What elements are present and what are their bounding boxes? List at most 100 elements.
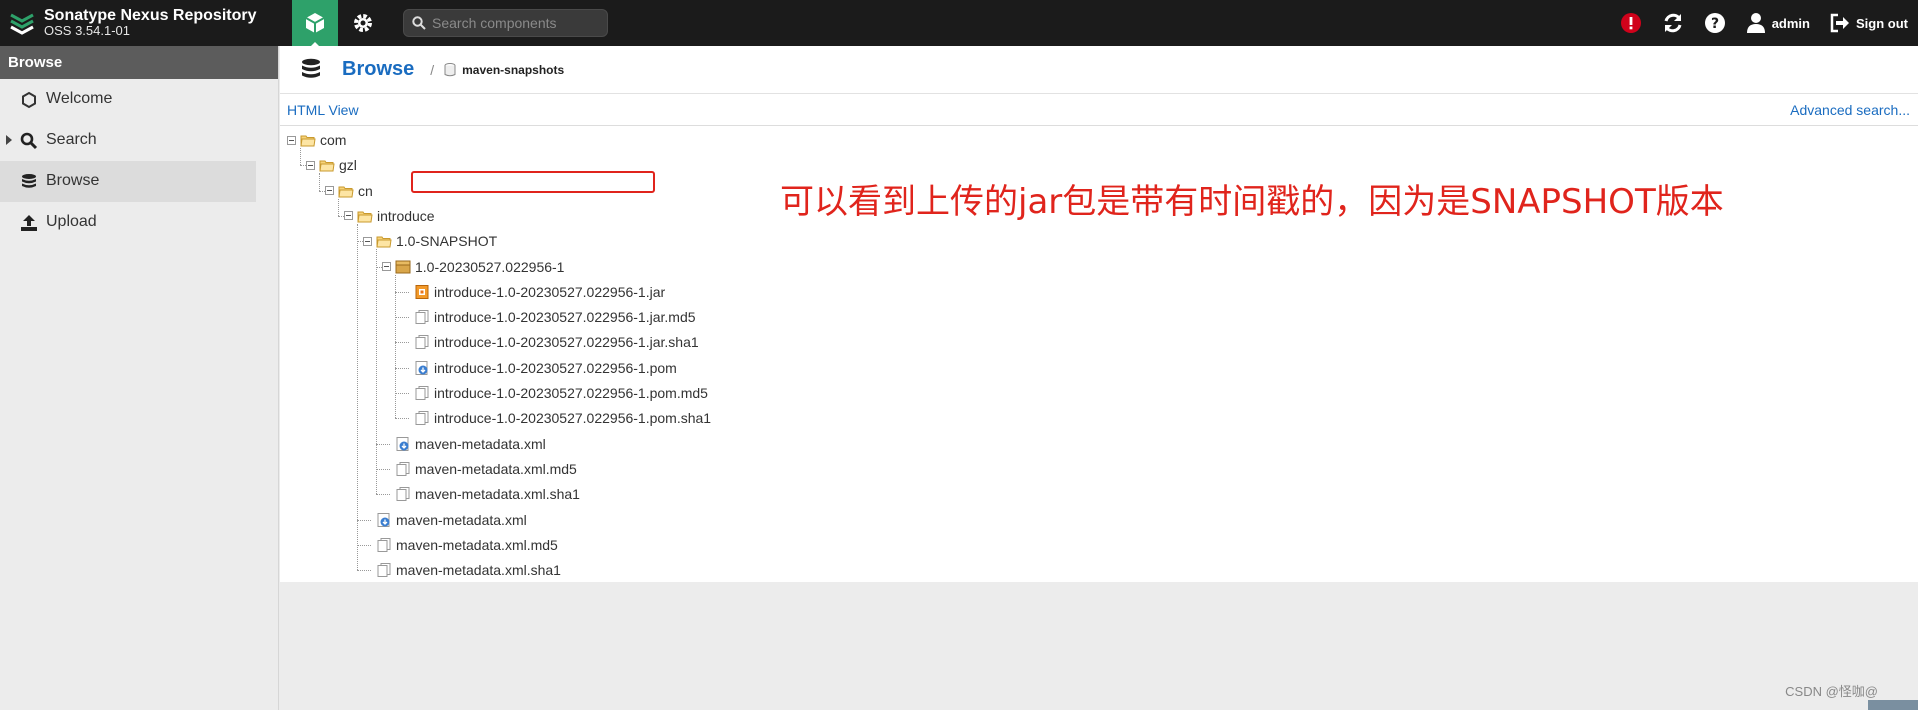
sidebar-item-search[interactable]: Search (0, 120, 256, 161)
collapse-toggle-icon[interactable] (363, 236, 372, 246)
tree-node-label: maven-metadata.xml.sha1 (396, 562, 561, 579)
tree-node-label: maven-metadata.xml (396, 511, 527, 528)
tree-node[interactable]: cn (325, 181, 373, 201)
cube-icon (305, 13, 325, 33)
file-icon (414, 411, 430, 426)
collapse-toggle-icon[interactable] (344, 211, 353, 221)
tree-node[interactable]: maven-metadata.xml.md5 (376, 535, 558, 555)
search-icon (20, 132, 38, 150)
tree-node[interactable]: introduce (344, 206, 435, 226)
jar-icon (414, 284, 430, 299)
sidebar: Browse Welcome Search Browse Upload (0, 46, 279, 710)
tree-node[interactable]: introduce-1.0-20230527.022956-1.jar.sha1 (414, 332, 699, 352)
user-menu[interactable]: admin (1746, 12, 1810, 34)
annotation-text: 可以看到上传的jar包是带有时间戳的，因为是SNAPSHOT版本 (780, 182, 1724, 222)
file-icon (395, 461, 411, 476)
tree-node[interactable]: maven-metadata.xml (376, 510, 527, 530)
database-icon (22, 174, 36, 188)
tree-node[interactable]: 1.0-20230527.022956-1 (382, 257, 564, 277)
tree-node-label: introduce-1.0-20230527.022956-1.pom.md5 (434, 385, 708, 401)
tree-connector-line (395, 317, 409, 319)
signout-icon (1830, 13, 1849, 33)
tree-connector-line (300, 148, 301, 166)
file-icon (414, 386, 430, 400)
tree-node[interactable]: maven-metadata.xml.sha1 (395, 484, 580, 504)
corner-badge (1868, 700, 1918, 710)
tree-connector-line (395, 418, 409, 420)
advanced-search-link[interactable]: Advanced search... (1790, 102, 1910, 118)
folder-icon (300, 133, 316, 147)
tree-connector-line (357, 519, 371, 521)
tree-node-label: introduce-1.0-20230527.022956-1.pom.sha1 (434, 410, 712, 427)
collapse-toggle-icon[interactable] (306, 160, 315, 170)
search-box[interactable] (403, 9, 608, 37)
repository-icon (444, 62, 456, 76)
breadcrumb-separator: / (430, 61, 435, 78)
app-logo[interactable]: Sonatype Nexus Repository OSS 3.54.1-01 (0, 7, 292, 39)
tree-connector-line (376, 494, 390, 496)
admin-mode-button[interactable] (340, 0, 386, 46)
breadcrumb-repo: maven-snapshots (444, 62, 565, 77)
tree-node[interactable]: introduce-1.0-20230527.022956-1.jar.md5 (414, 307, 696, 327)
search-icon (412, 16, 426, 30)
search-input[interactable] (432, 15, 602, 31)
tree-connector-line (319, 173, 320, 191)
top-header: Sonatype Nexus Repository OSS 3.54.1-01 (0, 0, 1918, 46)
collapse-toggle-icon[interactable] (325, 186, 334, 196)
tree-node-label: introduce-1.0-20230527.022956-1.jar.md5 (434, 309, 696, 326)
tree-connector-line (338, 198, 339, 216)
page-title[interactable]: Browse (342, 58, 414, 81)
refresh-button[interactable] (1662, 12, 1684, 34)
tree-node-label: 1.0-SNAPSHOT (396, 233, 498, 250)
watermark: CSDN @怪咖@ (1785, 684, 1878, 699)
sidebar-heading: Browse (0, 46, 278, 79)
user-icon (1746, 13, 1765, 33)
tree-node-label: maven-metadata.xml.sha1 (415, 486, 580, 503)
xml-icon (414, 360, 430, 375)
tree-connector-line (357, 223, 358, 571)
tree-node[interactable]: 1.0-SNAPSHOT (363, 231, 497, 251)
tree-node[interactable]: introduce-1.0-20230527.022956-1.pom (414, 358, 677, 378)
collapse-toggle-icon[interactable] (287, 135, 296, 145)
tree-node[interactable]: maven-metadata.xml (395, 434, 546, 454)
folder-icon (376, 234, 392, 248)
sidebar-item-browse[interactable]: Browse (0, 161, 256, 202)
sidebar-item-upload[interactable]: Upload (0, 202, 256, 243)
help-button[interactable]: ? (1704, 12, 1726, 34)
tree-node-label: 1.0-20230527.022956-1 (415, 258, 565, 275)
user-name: admin (1771, 15, 1810, 31)
tree-node[interactable]: introduce-1.0-20230527.022956-1.pom.md5 (414, 383, 708, 403)
repo-name: maven-snapshots (462, 62, 565, 77)
tree-node[interactable]: introduce-1.0-20230527.022956-1.jar (414, 282, 665, 302)
svg-text:?: ? (1711, 16, 1719, 32)
xml-icon (395, 436, 411, 451)
tree-node[interactable]: com (287, 130, 346, 150)
file-icon (414, 310, 430, 325)
sidebar-item-label: Browse (46, 172, 100, 189)
system-alert-button[interactable] (1620, 12, 1642, 34)
signout-label: Sign out (1856, 15, 1908, 31)
html-view-link[interactable]: HTML View (287, 102, 359, 118)
gear-icon (354, 14, 372, 32)
signout-button[interactable]: Sign out (1830, 13, 1908, 33)
tree-connector-line (376, 443, 390, 445)
sidebar-item-welcome[interactable]: Welcome (0, 79, 256, 120)
browse-mode-button[interactable] (292, 0, 338, 46)
sidebar-item-label: Upload (46, 213, 97, 230)
tree-node[interactable]: introduce-1.0-20230527.022956-1.pom.sha1 (414, 408, 711, 428)
app-title: Sonatype Nexus Repository (44, 7, 257, 24)
file-icon (376, 537, 392, 552)
tree-connector-line (395, 393, 409, 394)
tree-node-label: maven-metadata.xml.md5 (415, 460, 577, 477)
tree-node[interactable]: maven-metadata.xml.md5 (395, 459, 577, 479)
tree-node-label: maven-metadata.xml.md5 (396, 536, 558, 553)
tree-connector-line (357, 544, 371, 546)
tree-node[interactable]: maven-metadata.xml.sha1 (376, 560, 561, 580)
expand-caret-icon[interactable] (6, 135, 12, 145)
collapse-toggle-icon[interactable] (382, 262, 391, 271)
refresh-icon (1664, 13, 1682, 33)
tree-node[interactable]: gzl (306, 155, 357, 175)
xml-icon (376, 512, 392, 527)
breadcrumb: Browse / maven-snapshots (280, 46, 1918, 94)
tree-node-label: introduce (377, 207, 435, 224)
